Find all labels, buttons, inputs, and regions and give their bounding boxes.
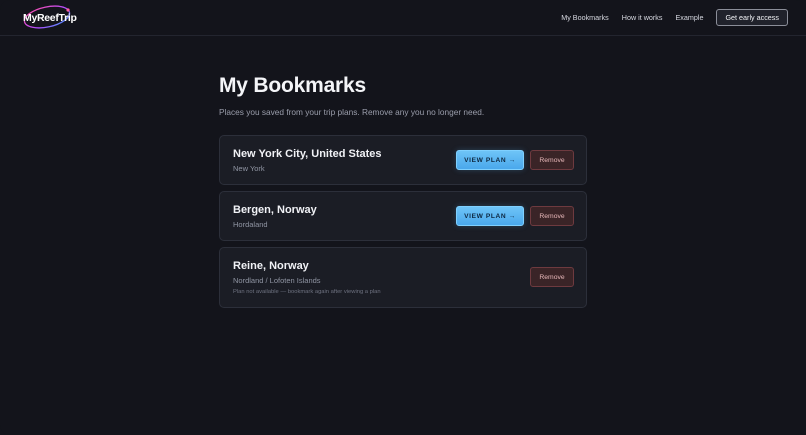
app-window: MyReefTrip My Bookmarks How it works Exa… [0, 0, 806, 435]
page-subtitle: Places you saved from your trip plans. R… [219, 107, 485, 117]
bookmark-title: Reine, Norway [233, 260, 309, 272]
page-title: My Bookmarks [219, 74, 366, 97]
bookmark-card: Bergen, Norway Hordaland VIEW PLAN → Rem… [219, 191, 587, 241]
bookmark-title: Bergen, Norway [233, 204, 317, 216]
view-plan-button[interactable]: VIEW PLAN → [456, 206, 524, 226]
remove-button[interactable]: Remove [530, 267, 574, 287]
bookmark-title: New York City, United States [233, 148, 382, 160]
nav-menu: My Bookmarks How it works Example Get ea… [561, 9, 788, 26]
remove-button[interactable]: Remove [530, 206, 574, 226]
bookmark-card: New York City, United States New York VI… [219, 135, 587, 185]
nav-my-bookmarks[interactable]: My Bookmarks [561, 13, 609, 22]
bookmark-region: New York [233, 164, 265, 173]
nav-how-it-works[interactable]: How it works [622, 13, 663, 22]
top-navbar: MyReefTrip My Bookmarks How it works Exa… [0, 0, 806, 36]
get-early-access-button[interactable]: Get early access [716, 9, 788, 26]
bookmark-card: Reine, Norway Nordland / Lofoten Islands… [219, 247, 587, 308]
nav-example[interactable]: Example [676, 13, 704, 22]
bookmark-region: Hordaland [233, 220, 268, 229]
bookmark-note: Plan not available — bookmark again afte… [233, 289, 381, 295]
bookmarks-section: My Bookmarks Places you saved from your … [219, 74, 587, 308]
view-plan-button[interactable]: VIEW PLAN → [456, 150, 524, 170]
logo-text: MyReefTrip [23, 12, 77, 24]
brand-logo[interactable]: MyReefTrip [21, 4, 77, 30]
remove-button[interactable]: Remove [530, 150, 574, 170]
bookmark-region: Nordland / Lofoten Islands [233, 276, 321, 285]
